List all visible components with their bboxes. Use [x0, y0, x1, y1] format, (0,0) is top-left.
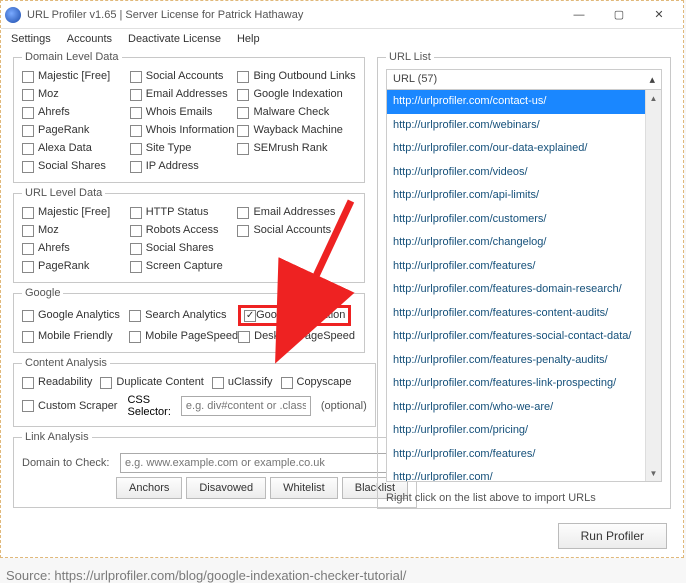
- close-button[interactable]: ✕: [639, 3, 679, 27]
- optional-label: (optional): [321, 400, 367, 412]
- checkbox-screen-capture[interactable]: Screen Capture: [130, 259, 238, 274]
- checkbox-whois-information[interactable]: Whois Information: [130, 123, 238, 138]
- content-legend: Content Analysis: [22, 357, 110, 369]
- menu-accounts[interactable]: Accounts: [67, 33, 112, 45]
- checkbox-robots-access[interactable]: Robots Access: [130, 223, 238, 238]
- url-item[interactable]: http://urlprofiler.com/api-limits/: [387, 184, 645, 208]
- scroll-up-icon[interactable]: ▲: [646, 90, 661, 106]
- checkbox-duplicate-content[interactable]: Duplicate Content: [100, 375, 203, 390]
- checkbox-site-type[interactable]: Site Type: [130, 141, 238, 156]
- url-item[interactable]: http://urlprofiler.com/features-domain-r…: [387, 278, 645, 302]
- url-item[interactable]: http://urlprofiler.com/contact-us/: [387, 90, 645, 114]
- checkbox-mobile-pagespeed[interactable]: Mobile PageSpeed: [129, 329, 238, 344]
- url-list-legend: URL List: [386, 51, 434, 63]
- checkbox-pagerank[interactable]: PageRank: [22, 259, 130, 274]
- url-list-group: URL List URL (57)▴ http://urlprofiler.co…: [377, 51, 671, 509]
- checkbox-[interactable]: [237, 259, 356, 274]
- domain-level-legend: Domain Level Data: [22, 51, 122, 63]
- css-selector-input[interactable]: [181, 396, 311, 416]
- checkbox-moz[interactable]: Moz: [22, 223, 130, 238]
- checkbox-bing-outbound-links[interactable]: Bing Outbound Links: [237, 69, 356, 84]
- url-item[interactable]: http://urlprofiler.com/features-link-pro…: [387, 372, 645, 396]
- checkbox-pagerank[interactable]: PageRank: [22, 123, 130, 138]
- checkbox-social-shares[interactable]: Social Shares: [22, 159, 130, 174]
- url-list-header[interactable]: URL (57)▴: [386, 69, 662, 89]
- maximize-button[interactable]: ▢: [599, 3, 639, 27]
- title-bar: URL Profiler v1.65 | Server License for …: [1, 1, 683, 29]
- checkbox-social-shares[interactable]: Social Shares: [130, 241, 238, 256]
- checkbox-semrush-rank[interactable]: SEMrush Rank: [237, 141, 356, 156]
- url-item[interactable]: http://urlprofiler.com/features-penalty-…: [387, 349, 645, 373]
- source-caption: Source: https://urlprofiler.com/blog/goo…: [0, 558, 686, 583]
- url-item[interactable]: http://urlprofiler.com/our-data-explaine…: [387, 137, 645, 161]
- whitelist-button[interactable]: Whitelist: [270, 477, 338, 499]
- url-item[interactable]: http://urlprofiler.com/features-social-c…: [387, 325, 645, 349]
- chevron-up-icon: ▴: [649, 73, 655, 86]
- checkbox-google-indexation[interactable]: Google Indexation: [237, 87, 356, 102]
- checkbox-moz[interactable]: Moz: [22, 87, 130, 102]
- domain-check-input[interactable]: [120, 453, 408, 473]
- checkbox-social-accounts[interactable]: Social Accounts: [130, 69, 238, 84]
- url-list-box[interactable]: http://urlprofiler.com/contact-us/http:/…: [386, 89, 662, 482]
- scroll-down-icon[interactable]: ▼: [646, 465, 661, 481]
- checkbox-majestic-free-[interactable]: Majestic [Free]: [22, 205, 130, 220]
- checkbox-mobile-friendly[interactable]: Mobile Friendly: [22, 329, 129, 344]
- url-item[interactable]: http://urlprofiler.com/features/: [387, 443, 645, 467]
- link-legend: Link Analysis: [22, 431, 92, 443]
- checkbox-google-indexation[interactable]: Google Indexation: [238, 305, 356, 326]
- checkbox-ahrefs[interactable]: Ahrefs: [22, 241, 130, 256]
- checkbox-email-addresses[interactable]: Email Addresses: [130, 87, 238, 102]
- url-list-hint: Right click on the list above to import …: [386, 492, 596, 504]
- url-item[interactable]: http://urlprofiler.com/features-content-…: [387, 302, 645, 326]
- scrollbar[interactable]: ▲ ▼: [645, 90, 661, 481]
- domain-level-group: Domain Level Data Majestic [Free]Social …: [13, 51, 365, 183]
- checkbox-whois-emails[interactable]: Whois Emails: [130, 105, 238, 120]
- checkbox-uclassify[interactable]: uClassify: [212, 375, 273, 390]
- disavowed-button[interactable]: Disavowed: [186, 477, 266, 499]
- domain-check-label: Domain to Check:: [22, 457, 116, 469]
- link-analysis-group: Link Analysis Domain to Check: AnchorsDi…: [13, 431, 417, 508]
- app-icon: [5, 7, 21, 23]
- menu-bar: Settings Accounts Deactivate License Hel…: [1, 29, 683, 51]
- url-level-legend: URL Level Data: [22, 187, 105, 199]
- url-level-group: URL Level Data Majestic [Free]HTTP Statu…: [13, 187, 365, 283]
- url-item[interactable]: http://urlprofiler.com/features/: [387, 255, 645, 279]
- url-item[interactable]: http://urlprofiler.com/videos/: [387, 161, 645, 185]
- custom-scraper-checkbox[interactable]: Custom Scraper: [22, 399, 117, 414]
- window-title: URL Profiler v1.65 | Server License for …: [27, 9, 559, 21]
- checkbox-majestic-free-[interactable]: Majestic [Free]: [22, 69, 130, 84]
- checkbox-malware-check[interactable]: Malware Check: [237, 105, 356, 120]
- menu-deactivate[interactable]: Deactivate License: [128, 33, 221, 45]
- url-item[interactable]: http://urlprofiler.com/who-we-are/: [387, 396, 645, 420]
- checkbox-alexa-data[interactable]: Alexa Data: [22, 141, 130, 156]
- menu-settings[interactable]: Settings: [11, 33, 51, 45]
- checkbox-ip-address[interactable]: IP Address: [130, 159, 238, 174]
- url-item[interactable]: http://urlprofiler.com/pricing/: [387, 419, 645, 443]
- url-item[interactable]: http://urlprofiler.com/: [387, 466, 645, 481]
- checkbox-readability[interactable]: Readability: [22, 375, 92, 390]
- checkbox-email-addresses[interactable]: Email Addresses: [237, 205, 356, 220]
- url-item[interactable]: http://urlprofiler.com/webinars/: [387, 114, 645, 138]
- menu-help[interactable]: Help: [237, 33, 260, 45]
- checkbox-[interactable]: [237, 159, 356, 174]
- minimize-button[interactable]: —: [559, 3, 599, 27]
- url-item[interactable]: http://urlprofiler.com/customers/: [387, 208, 645, 232]
- checkbox-desktop-pagespeed[interactable]: Desktop PageSpeed: [238, 329, 356, 344]
- checkbox-search-analytics[interactable]: Search Analytics: [129, 305, 238, 326]
- checkbox-google-analytics[interactable]: Google Analytics: [22, 305, 129, 326]
- checkbox-copyscape[interactable]: Copyscape: [281, 375, 352, 390]
- anchors-button[interactable]: Anchors: [116, 477, 182, 499]
- checkbox-http-status[interactable]: HTTP Status: [130, 205, 238, 220]
- checkbox-wayback-machine[interactable]: Wayback Machine: [237, 123, 356, 138]
- google-group: Google Google AnalyticsSearch AnalyticsG…: [13, 287, 365, 353]
- url-item[interactable]: http://urlprofiler.com/changelog/: [387, 231, 645, 255]
- checkbox-[interactable]: [237, 241, 356, 256]
- google-legend: Google: [22, 287, 63, 299]
- css-selector-label: CSS Selector:: [127, 394, 170, 418]
- content-analysis-group: Content Analysis Readability Duplicate Co…: [13, 357, 376, 427]
- checkbox-social-accounts[interactable]: Social Accounts: [237, 223, 356, 238]
- run-profiler-button[interactable]: Run Profiler: [558, 523, 667, 549]
- checkbox-ahrefs[interactable]: Ahrefs: [22, 105, 130, 120]
